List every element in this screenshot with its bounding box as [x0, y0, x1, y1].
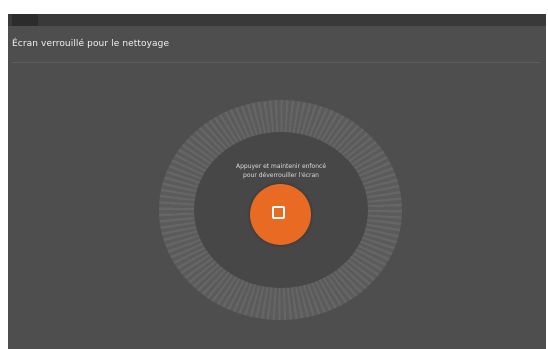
unlock-button[interactable] — [250, 184, 311, 245]
unlock-instruction-line-1: Appuyer et maintenir enfoncé — [235, 163, 327, 170]
page-title: Écran verrouillé pour le nettoyage — [12, 39, 170, 49]
cleaning-lock-screen: Écran verrouillé pour le nettoyage Appuy… — [8, 14, 546, 349]
unlock-instruction: Appuyer et maintenir enfoncé pour déverr… — [194, 162, 368, 180]
top-bar — [8, 14, 546, 26]
top-bar-tab — [12, 14, 38, 26]
square-icon — [272, 206, 285, 219]
title-divider — [12, 62, 540, 63]
unlock-instruction-line-2: pour déverrouiller l'écran — [243, 172, 319, 179]
